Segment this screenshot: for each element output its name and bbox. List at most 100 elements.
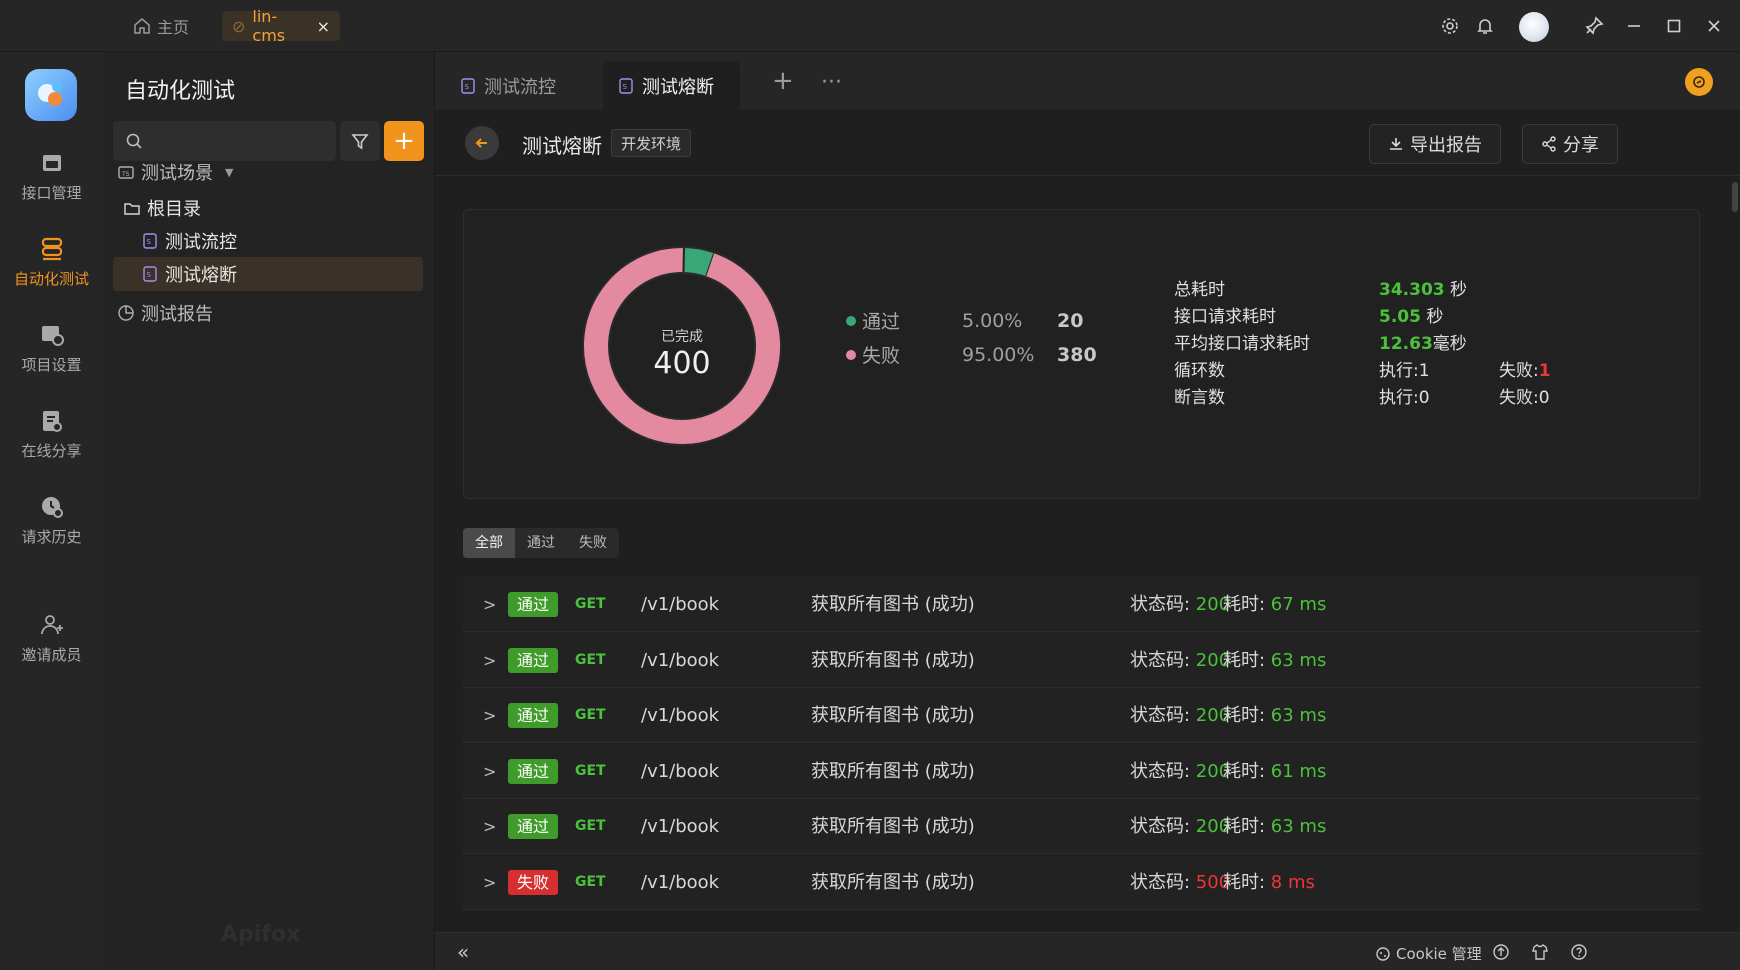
elapsed-time: 耗时: 63 ms xyxy=(1223,799,1326,854)
tree-item-flow-control[interactable]: S 测试流控 xyxy=(141,224,237,258)
settings-gear-icon[interactable] xyxy=(1438,14,1462,38)
close-tab-icon[interactable]: × xyxy=(317,17,330,36)
upload-icon[interactable] xyxy=(1492,943,1510,961)
time-label: 耗时: xyxy=(1223,705,1271,726)
home-label: 主页 xyxy=(157,18,190,37)
export-report-button[interactable]: 导出报告 xyxy=(1369,124,1501,164)
rail-item-automation[interactable]: 自动化测试 xyxy=(0,236,103,289)
arrow-left-icon xyxy=(475,138,487,148)
scrollbar[interactable] xyxy=(1732,182,1738,212)
request-desc: 获取所有图书 (成功) xyxy=(811,816,975,837)
request-desc: 获取所有图书 (成功) xyxy=(811,760,975,782)
rail-item-invite[interactable]: 邀请成员 xyxy=(0,612,103,665)
http-method: GET xyxy=(575,818,606,834)
rail-item-share[interactable]: 在线分享 xyxy=(0,408,103,461)
run-status-icon[interactable] xyxy=(1685,68,1713,96)
results-list: > 通过 GET/v1/book 获取所有图书 (成功) 状态码: 200 耗时: 67 … xyxy=(463,577,1700,910)
new-tab-icon[interactable]: + xyxy=(772,66,794,96)
share-button[interactable]: 分享 xyxy=(1522,124,1618,164)
time-label: 耗时: xyxy=(1223,871,1271,893)
tree-item-circuit-breaker[interactable]: S 测试熔断 xyxy=(113,257,423,291)
result-row[interactable]: > 通过 GET/v1/book 获取所有图书 (成功) 状态码: 200 耗时: 63 … xyxy=(463,799,1700,854)
rail-item-label: 接口管理 xyxy=(21,184,82,202)
legend-pass: 通过 5.00% 20 xyxy=(846,307,1083,334)
shirt-theme-icon[interactable] xyxy=(1531,943,1549,961)
pin-icon[interactable] xyxy=(1582,14,1606,38)
result-row[interactable]: > 通过 GET/v1/book 获取所有图书 (成功) 状态码: 200 耗时: 67 … xyxy=(463,577,1700,632)
cookie-manager-button[interactable]: Cookie 管理 xyxy=(1375,943,1482,964)
scenario-icon: S xyxy=(619,78,633,94)
maximize-icon[interactable] xyxy=(1662,14,1686,38)
donut-total: 400 xyxy=(653,346,711,381)
tree-label: 根目录 xyxy=(147,199,201,220)
project-tab[interactable]: ⊘ lin-cms × xyxy=(222,7,340,45)
filter-all[interactable]: 全部 xyxy=(463,528,515,558)
tree-label: 测试熔断 xyxy=(165,265,237,286)
more-tabs-icon[interactable]: ··· xyxy=(821,70,842,95)
http-method: GET xyxy=(575,873,606,890)
user-avatar[interactable] xyxy=(1519,12,1549,42)
tree-item-scenes[interactable]: TS 测试场景 ▼ xyxy=(117,155,233,189)
chevron-right-icon[interactable]: > xyxy=(483,744,496,799)
automation-icon xyxy=(41,237,62,261)
pass-dot xyxy=(846,315,856,326)
http-method: GET xyxy=(575,707,606,723)
filter-fail[interactable]: 失败 xyxy=(567,528,619,558)
tree-label: 测试报告 xyxy=(141,304,213,325)
status-code: 状态码: 200 xyxy=(1130,744,1230,799)
link-icon: ⊘ xyxy=(232,16,246,36)
rail-item-label: 请求历史 xyxy=(21,528,82,546)
result-badge: 通过 xyxy=(508,703,558,728)
stat-unit: 秒 xyxy=(1420,307,1444,327)
stat-fail-value: 1 xyxy=(1538,361,1551,381)
status-code: 状态码: 200 xyxy=(1130,688,1230,743)
rail-item-project-settings[interactable]: 项目设置 xyxy=(0,322,103,375)
result-row[interactable]: > 通过 GET/v1/book 获取所有图书 (成功) 状态码: 200 耗时: 63 … xyxy=(463,688,1700,743)
tab-flow-control[interactable]: S 测试流控 xyxy=(445,62,570,110)
download-icon xyxy=(1390,138,1402,150)
tab-label: 测试熔断 xyxy=(642,77,714,98)
bell-icon[interactable] xyxy=(1473,14,1497,38)
help-icon[interactable] xyxy=(1570,943,1588,961)
status-label: 状态码: xyxy=(1130,816,1196,837)
chevron-right-icon[interactable]: > xyxy=(483,577,496,632)
stat-label: 断言数 xyxy=(1174,388,1225,408)
elapsed-time: 耗时: 8 ms xyxy=(1223,855,1315,910)
elapsed-time: 耗时: 63 ms xyxy=(1223,688,1326,743)
minimize-icon[interactable] xyxy=(1622,14,1646,38)
stat-label: 平均接口请求耗时 xyxy=(1174,334,1310,354)
request-path: /v1/book xyxy=(641,649,720,671)
result-row[interactable]: > 失败 GET/v1/book 获取所有图书 (成功) 状态码: 500 耗时: 8 m… xyxy=(463,854,1700,910)
rail-item-history[interactable]: 请求历史 xyxy=(0,494,103,547)
time-label: 耗时: xyxy=(1223,816,1271,837)
collapse-sidebar-icon[interactable]: « xyxy=(457,940,469,964)
request-path: /v1/book xyxy=(641,594,720,615)
chevron-right-icon[interactable]: > xyxy=(483,688,496,743)
back-button[interactable] xyxy=(465,126,499,160)
tree-item-reports[interactable]: 测试报告 xyxy=(117,296,213,330)
tab-circuit-breaker[interactable]: S 测试熔断 xyxy=(603,62,740,110)
tree-label: 测试场景 xyxy=(141,163,213,184)
legend-pct: 5.00% xyxy=(962,309,1023,332)
stat-exec: 执行:0 xyxy=(1379,388,1430,408)
chevron-right-icon[interactable]: > xyxy=(483,799,496,854)
tree-item-root[interactable]: 根目录 xyxy=(123,191,201,225)
env-badge: 开发环境 xyxy=(611,129,692,157)
result-row[interactable]: > 通过 GET/v1/book 获取所有图书 (成功) 状态码: 200 耗时: 63 … xyxy=(463,632,1700,688)
add-button[interactable]: + xyxy=(384,121,424,161)
chevron-right-icon[interactable]: > xyxy=(483,633,496,688)
close-window-icon[interactable] xyxy=(1702,14,1726,38)
chevron-right-icon[interactable]: > xyxy=(483,855,496,910)
filter-button[interactable] xyxy=(340,121,380,161)
filter-pass[interactable]: 通过 xyxy=(515,528,567,558)
invite-member-icon xyxy=(40,615,63,635)
elapsed-time: 耗时: 61 ms xyxy=(1223,744,1326,799)
time-value: 61 ms xyxy=(1270,760,1327,782)
request-path: /v1/book xyxy=(641,816,720,837)
result-row[interactable]: > 通过 GET/v1/book 获取所有图书 (成功) 状态码: 200 耗时: 61 … xyxy=(463,743,1700,799)
home-icon xyxy=(134,18,150,34)
main-panel: S 测试流控 S 测试熔断 + ··· 测试熔断 开发环境 导出报告 分享 已完… xyxy=(435,52,1740,970)
home-tab[interactable]: 主页 xyxy=(133,12,189,40)
rail-item-api[interactable]: 接口管理 xyxy=(0,150,103,203)
svg-text:S: S xyxy=(147,271,152,279)
